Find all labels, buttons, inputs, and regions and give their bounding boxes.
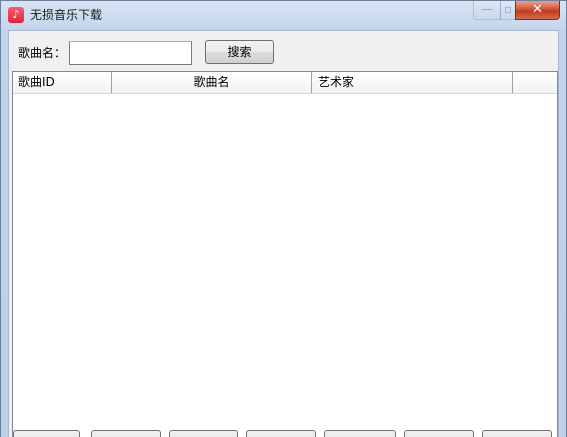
minimize-icon: —: [481, 2, 493, 16]
column-header-song-name[interactable]: 歌曲名: [112, 72, 312, 93]
maximize-button[interactable]: ▫: [500, 1, 516, 20]
close-button[interactable]: ✕: [515, 1, 560, 20]
title-bar[interactable]: ♪ 无损音乐下载 — ▫ ✕: [1, 1, 566, 29]
song-name-input[interactable]: [69, 41, 192, 65]
song-list[interactable]: 歌曲ID 歌曲名 艺术家: [12, 71, 558, 437]
maximize-icon: ▫: [503, 2, 513, 16]
bottom-button-5[interactable]: [324, 430, 396, 437]
search-button[interactable]: 搜索: [205, 40, 274, 64]
list-header: 歌曲ID 歌曲名 艺术家: [13, 72, 557, 94]
bottom-button-row: [9, 430, 558, 437]
main-panel: 歌曲名： 搜索 歌曲ID 歌曲名 艺术家: [8, 30, 559, 437]
bottom-button-2[interactable]: [91, 430, 161, 437]
minimize-button[interactable]: —: [473, 1, 501, 20]
bottom-button-6[interactable]: [404, 430, 474, 437]
bottom-button-3[interactable]: [169, 430, 238, 437]
window-title: 无损音乐下载: [30, 8, 103, 22]
music-note-icon: ♪: [8, 7, 24, 23]
bottom-button-1[interactable]: [13, 430, 80, 437]
column-header-filler: [513, 72, 557, 93]
column-header-song-id[interactable]: 歌曲ID: [13, 72, 112, 93]
close-icon: ✕: [532, 2, 543, 17]
bottom-button-7[interactable]: [482, 430, 552, 437]
bottom-button-4[interactable]: [246, 430, 316, 437]
song-name-label: 歌曲名：: [18, 46, 67, 60]
column-header-artist[interactable]: 艺术家: [312, 72, 513, 93]
app-window: ♪ 无损音乐下载 — ▫ ✕ 歌曲名： 搜索 歌曲ID 歌曲名 艺术家: [0, 0, 567, 437]
